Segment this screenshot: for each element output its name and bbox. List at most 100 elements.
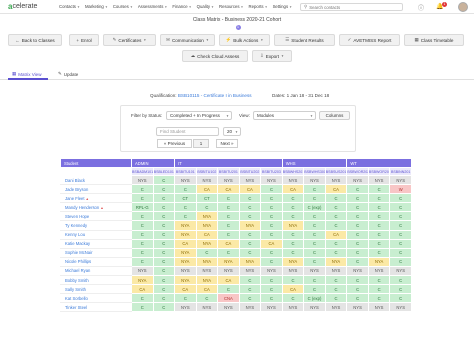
outcome-cell[interactable]: C	[367, 247, 391, 258]
outcome-cell[interactable]: CA	[131, 284, 154, 295]
outcome-cell[interactable]: NYS	[389, 302, 412, 313]
outcome-cell[interactable]: CA	[195, 184, 219, 195]
outcome-cell[interactable]: NYA	[195, 220, 219, 231]
outcome-cell[interactable]: C	[152, 265, 176, 277]
outcome-cell[interactable]: CT	[195, 193, 219, 204]
bulk-actions-button[interactable]: ⚡ Bulk Actions ▼	[219, 34, 270, 46]
outcome-cell[interactable]: NYA	[217, 256, 240, 267]
avetmiss-report-button[interactable]: ✓ AVETMISS Report	[339, 34, 400, 46]
outcome-cell[interactable]: C	[346, 247, 369, 258]
outcome-cell[interactable]: C	[238, 238, 262, 249]
outcome-cell[interactable]: NYS	[346, 265, 369, 277]
outcome-cell[interactable]: C	[281, 293, 305, 304]
outcome-cell[interactable]: C	[389, 211, 412, 222]
nav-item-marketing[interactable]: Marketing ▼	[85, 4, 108, 9]
qualification-link[interactable]: BSB10115 - Certificate I in Business	[178, 93, 252, 98]
certificates-button[interactable]: ✎ Certificates ▼	[103, 34, 156, 46]
outcome-cell[interactable]: CA	[195, 229, 219, 240]
outcome-cell[interactable]: NYS	[131, 265, 154, 277]
help-icon[interactable]: ⓘ	[418, 3, 424, 12]
outcome-cell[interactable]: C	[260, 284, 283, 295]
unit-code-header[interactable]: BSBINN201	[389, 167, 412, 176]
unit-code-header[interactable]: BSBSUS201	[324, 167, 348, 176]
outcome-cell[interactable]: C	[281, 275, 305, 286]
student-name-link[interactable]: Ty Kennedy	[60, 220, 132, 231]
outcome-cell[interactable]: CA	[324, 229, 348, 240]
outcome-cell[interactable]: NYS	[281, 302, 305, 313]
nav-item-courses[interactable]: Courses ▼	[113, 4, 133, 9]
outcome-cell[interactable]: C	[195, 202, 219, 213]
outcome-cell[interactable]: W	[389, 184, 412, 195]
outcome-cell[interactable]: NYS	[389, 265, 412, 277]
nav-item-reports[interactable]: Reports ▼	[249, 4, 268, 9]
outcome-cell[interactable]: C	[389, 293, 412, 304]
outcome-cell[interactable]: C	[152, 211, 176, 222]
outcome-cell[interactable]: C	[174, 211, 197, 222]
outcome-cell[interactable]: C	[303, 238, 326, 249]
outcome-cell[interactable]: C	[217, 193, 240, 204]
outcome-cell[interactable]: NYS	[324, 265, 348, 277]
outcome-cell[interactable]: C	[303, 211, 326, 222]
outcome-cell[interactable]: CA	[174, 284, 197, 295]
outcome-cell[interactable]: NYA	[174, 220, 197, 231]
outcome-cell[interactable]: C	[152, 247, 176, 258]
outcome-cell[interactable]: NYA	[174, 275, 197, 286]
unit-code-header[interactable]: BSBITU101	[174, 167, 197, 176]
outcome-cell[interactable]: C	[367, 184, 391, 195]
outcome-cell[interactable]: C	[303, 284, 326, 295]
outcome-cell[interactable]: CA	[217, 238, 240, 249]
outcome-cell[interactable]: C	[152, 302, 176, 313]
outcome-cell[interactable]: C	[346, 202, 369, 213]
outcome-cell[interactable]: CA	[217, 184, 240, 195]
status-filter-select[interactable]: Completed + In Progress ▼	[166, 111, 232, 120]
outcome-cell[interactable]: C	[346, 284, 369, 295]
class-timetable-button[interactable]: ▦ Class Timetable	[404, 34, 464, 46]
outcome-cell[interactable]: NYA	[174, 247, 197, 258]
back-to-classes-button[interactable]: ← Back to Classes	[8, 34, 62, 46]
student-name-link[interactable]: Jane Fleet ▲	[60, 193, 132, 204]
enrol-button[interactable]: + Enrol	[69, 34, 99, 46]
outcome-cell[interactable]: NYS	[195, 302, 219, 313]
outcome-cell[interactable]: C	[260, 220, 283, 231]
outcome-cell[interactable]: C	[324, 293, 348, 304]
outcome-cell[interactable]: C	[346, 211, 369, 222]
outcome-cell[interactable]: C	[174, 293, 197, 304]
outcome-cell[interactable]: C (exp)	[303, 293, 326, 304]
unit-code-header[interactable]: BSBITU201	[217, 167, 240, 176]
outcome-cell[interactable]: C	[131, 220, 154, 231]
outcome-cell[interactable]: NYS	[281, 265, 305, 277]
tab-matrix-view[interactable]: ▦ Matrix View	[12, 71, 41, 77]
outcome-cell[interactable]: C	[389, 256, 412, 267]
outcome-cell[interactable]: C	[238, 211, 262, 222]
outcome-cell[interactable]: NYS	[217, 265, 240, 277]
outcome-cell[interactable]: NYS	[367, 174, 391, 186]
outcome-cell[interactable]: C	[131, 229, 154, 240]
nav-item-finance[interactable]: Finance ▼	[172, 4, 191, 9]
outcome-cell[interactable]: NYS	[174, 174, 197, 186]
outcome-cell[interactable]: C	[260, 293, 283, 304]
outcome-cell[interactable]: NYS	[260, 302, 283, 313]
outcome-cell[interactable]: C	[152, 256, 176, 267]
outcome-cell[interactable]: CA	[281, 184, 305, 195]
outcome-cell[interactable]: C	[324, 202, 348, 213]
outcome-cell[interactable]: C	[346, 220, 369, 231]
outcome-cell[interactable]: NYS	[260, 174, 283, 186]
outcome-cell[interactable]: NYA	[281, 220, 305, 231]
unit-code-header[interactable]: BSBWHS301	[303, 167, 326, 176]
student-name-link[interactable]: Kat Sorbello	[60, 293, 132, 304]
communication-button[interactable]: ✉ Communication ▼	[160, 34, 215, 46]
outcome-cell[interactable]: NYA	[238, 256, 262, 267]
outcome-cell[interactable]: NYS	[260, 265, 283, 277]
unit-code-header[interactable]: BSBADM101	[131, 167, 154, 176]
outcome-cell[interactable]: C	[195, 293, 219, 304]
outcome-cell[interactable]: NYS	[367, 265, 391, 277]
outcome-cell[interactable]: C	[260, 211, 283, 222]
outcome-cell[interactable]: NYS	[346, 302, 369, 313]
outcome-cell[interactable]: NYS	[324, 302, 348, 313]
outcome-cell[interactable]: C	[324, 193, 348, 204]
outcome-cell[interactable]: C	[346, 238, 369, 249]
student-name-link[interactable]: Sally Smith	[60, 284, 132, 295]
outcome-cell[interactable]: RPL-G	[131, 202, 154, 213]
unit-code-header[interactable]: BSBWOR203	[367, 167, 391, 176]
outcome-cell[interactable]: C	[303, 256, 326, 267]
